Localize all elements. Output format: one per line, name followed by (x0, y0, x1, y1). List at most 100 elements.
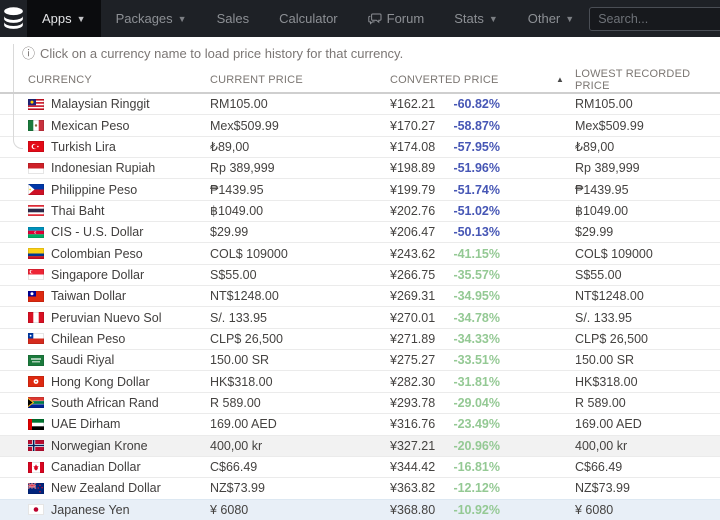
current-price: 169.00 AED (210, 417, 390, 431)
col-currency[interactable]: CURRENCY (28, 74, 210, 86)
nav-item-stats[interactable]: Stats▼ (439, 0, 513, 37)
col-lowest-recorded-price[interactable]: LOWEST RECORDED PRICE (500, 68, 720, 92)
col-converted-price[interactable]: CONVERTED PRICE (390, 74, 500, 86)
flag-icon-za (28, 397, 44, 408)
currency-link[interactable]: Canadian Dollar (51, 460, 141, 474)
price-change-percent: -12.12% (453, 481, 500, 495)
lowest-recorded-price: R 589.00 (500, 396, 720, 410)
flag-icon-co (28, 248, 44, 259)
converted-price: ¥271.89 (390, 332, 435, 346)
nav-item-forum[interactable]: Forum (353, 0, 440, 37)
table-row: Indonesian Rupiah Rp 389,999 ¥198.89 -51.96… (0, 157, 720, 178)
currency-link[interactable]: Turkish Lira (51, 140, 116, 154)
currency-link[interactable]: Saudi Riyal (51, 353, 114, 367)
current-price: ฿1049.00 (210, 203, 390, 218)
flag-icon-nz (28, 483, 44, 494)
converted-price: ¥206.47 (390, 225, 435, 239)
steamdb-logo[interactable] (0, 0, 27, 37)
col-current-price[interactable]: CURRENT PRICE (210, 74, 390, 86)
current-price: $29.99 (210, 225, 390, 239)
nav-item-label: Stats (454, 11, 484, 26)
table-row: Mexican PesoMex$509.99¥170.27-58.87%Mex$… (0, 114, 720, 135)
lowest-recorded-price: ¥ 6080 (500, 503, 720, 517)
nav-item-calculator[interactable]: Calculator (264, 0, 353, 37)
currency-link[interactable]: CIS - U.S. Dollar (51, 225, 143, 239)
table-row: Singapore DollarS$55.00¥266.75-35.57%S$5… (0, 264, 720, 285)
currency-link[interactable]: South African Rand (51, 396, 159, 410)
price-change-percent: -60.82% (453, 97, 500, 111)
flag-icon-sa (28, 355, 44, 366)
currency-link[interactable]: Mexican Peso (51, 119, 130, 133)
table-row: Hong Kong DollarHK$318.00¥282.30-31.81%H… (0, 370, 720, 391)
nav-menu: Apps▼Packages▼SalesCalculatorForumStats▼… (27, 0, 589, 37)
nav-item-apps[interactable]: Apps▼ (27, 0, 101, 37)
converted-price: ¥198.89 (390, 161, 435, 175)
converted-price: ¥327.21 (390, 439, 435, 453)
converted-price: ¥199.79 (390, 183, 435, 197)
lowest-recorded-price: ₱1439.95 (500, 183, 720, 197)
currency-link[interactable]: Japanese Yen (51, 503, 130, 517)
current-price: S$55.00 (210, 268, 390, 282)
currency-link[interactable]: Taiwan Dollar (51, 289, 126, 303)
currency-link[interactable]: Chilean Peso (51, 332, 125, 346)
current-price: Mex$509.99 (210, 119, 390, 133)
currency-link[interactable]: Hong Kong Dollar (51, 375, 150, 389)
currency-link[interactable]: Colombian Peso (51, 247, 143, 261)
info-text: Click on a currency name to load price h… (40, 46, 403, 61)
currency-link[interactable]: Peruvian Nuevo Sol (51, 311, 161, 325)
lowest-recorded-price: RM105.00 (500, 97, 720, 111)
converted-price: ¥162.21 (390, 97, 435, 111)
currency-link[interactable]: Thai Baht (51, 204, 105, 218)
table-row: Peruvian Nuevo SolS/. 133.95¥270.01-34.7… (0, 306, 720, 327)
current-price: 150.00 SR (210, 353, 390, 367)
currency-link[interactable]: Philippine Peso (51, 183, 137, 197)
table-header: CURRENCY CURRENT PRICE CONVERTED PRICE L… (0, 68, 720, 94)
info-banner: ⓘClick on a currency name to load price … (0, 37, 720, 68)
price-change-percent: -58.87% (453, 119, 500, 133)
lowest-recorded-price: S$55.00 (500, 268, 720, 282)
table-row: Turkish Lira₺89,00¥174.08-57.95%₺89,00 (0, 136, 720, 157)
nav-item-other[interactable]: Other▼ (513, 0, 589, 37)
lowest-recorded-price: 400,00 kr (500, 439, 720, 453)
lowest-recorded-price: CLP$ 26,500 (500, 332, 720, 346)
table-row: Japanese Yen¥ 6080¥368.80-10.92%¥ 6080 (0, 499, 720, 520)
search-input[interactable] (589, 7, 720, 31)
nav-item-packages[interactable]: Packages ▼ (101, 0, 202, 37)
lowest-recorded-price: Rp 389,999 (500, 161, 720, 175)
current-price: COL$ 109000 (210, 247, 390, 261)
table-row: Thai Baht฿1049.00¥202.76-51.02%฿1049.00 (0, 200, 720, 221)
table-row: Chilean PesoCLP$ 26,500¥271.89-34.33%CLP… (0, 328, 720, 349)
price-change-percent: -34.78% (453, 311, 500, 325)
converted-price: ¥270.01 (390, 311, 435, 325)
lowest-recorded-price: Mex$509.99 (500, 119, 720, 133)
price-change-percent: -20.96% (453, 439, 500, 453)
current-price: NZ$73.99 (210, 481, 390, 495)
currency-link[interactable]: Indonesian Rupiah (51, 161, 155, 175)
chevron-down-icon: ▼ (178, 14, 187, 24)
flag-icon-sg (28, 269, 44, 280)
price-change-percent: -35.57% (453, 268, 500, 282)
price-change-percent: -31.81% (453, 375, 500, 389)
converted-price: ¥174.08 (390, 140, 435, 154)
currency-link[interactable]: Norwegian Krone (51, 439, 148, 453)
flag-icon-tw (28, 291, 44, 302)
currency-link[interactable]: New Zealand Dollar (51, 481, 161, 495)
currency-link[interactable]: Singapore Dollar (51, 268, 144, 282)
lowest-recorded-price: $29.99 (500, 225, 720, 239)
sort-asc-icon[interactable]: ▲ (556, 75, 564, 84)
current-price: NT$1248.00 (210, 289, 390, 303)
flag-icon-cl (28, 333, 44, 344)
nav-item-label: Packages (116, 11, 173, 26)
current-price: ₺89,00 (210, 139, 390, 154)
lowest-recorded-price: ฿1049.00 (500, 203, 720, 218)
price-change-percent: -51.02% (453, 204, 500, 218)
flag-icon-pe (28, 312, 44, 323)
currency-link[interactable]: Malaysian Ringgit (51, 97, 150, 111)
chevron-down-icon: ▼ (565, 14, 574, 24)
lowest-recorded-price: NZ$73.99 (500, 481, 720, 495)
navbar: Apps▼Packages▼SalesCalculatorForumStats▼… (0, 0, 720, 37)
flag-icon-ph (28, 184, 44, 195)
nav-item-sales[interactable]: Sales (202, 0, 265, 37)
currency-link[interactable]: UAE Dirham (51, 417, 120, 431)
price-change-percent: -51.96% (453, 161, 500, 175)
